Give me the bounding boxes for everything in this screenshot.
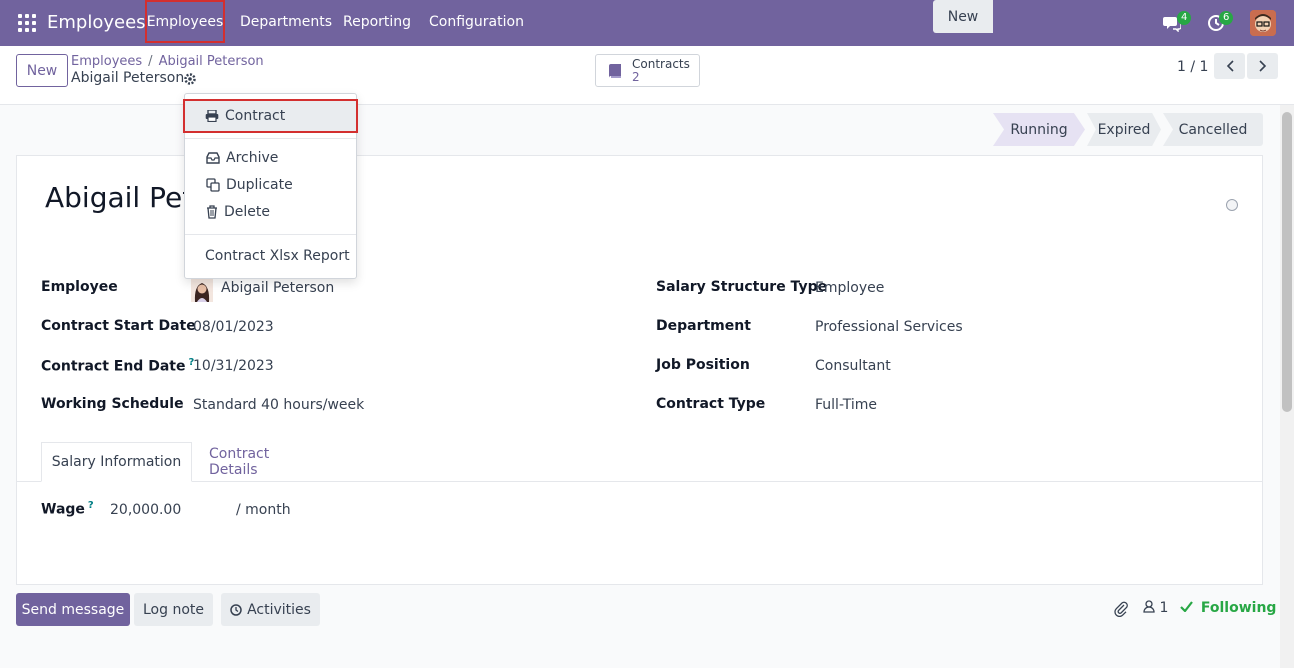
start-date-value[interactable]: 08/01/2023 (193, 319, 274, 335)
employee-avatar (191, 278, 213, 302)
employee-label: Employee (41, 279, 118, 295)
user-icon (1143, 600, 1155, 613)
app-brand[interactable]: Employees (47, 12, 146, 33)
menu-item-xlsx-report[interactable]: Contract Xlsx Report (185, 243, 356, 269)
wage-label: Wage? (41, 500, 94, 518)
archive-icon (206, 152, 220, 164)
following-label: Following (1200, 600, 1277, 616)
book-icon (609, 63, 621, 78)
breadcrumb-abigail[interactable]: Abigail Peterson (159, 54, 264, 69)
menu-divider (185, 234, 356, 235)
breadcrumb: Employees / Abigail Peterson (71, 54, 264, 69)
nav-configuration[interactable]: Configuration (429, 14, 524, 30)
new-button[interactable]: New (16, 54, 68, 87)
archive-label: Archive (226, 150, 279, 166)
job-position-value[interactable]: Consultant (815, 358, 891, 374)
department-value[interactable]: Professional Services (815, 319, 963, 335)
paperclip-icon[interactable] (1114, 601, 1128, 617)
tab-contract-details[interactable]: Contract Details (209, 442, 311, 482)
pager-previous-button[interactable] (1214, 53, 1245, 79)
status-running[interactable]: Running (993, 113, 1085, 146)
chevron-left-icon (1226, 60, 1234, 72)
menu-item-delete[interactable]: Delete (185, 199, 356, 225)
messages-badge: 4 (1177, 11, 1192, 25)
end-date-value[interactable]: 10/31/2023 (193, 358, 274, 374)
notebook-tabs: Salary Information Contract Details (17, 442, 1262, 482)
contract-type-label: Contract Type (656, 396, 766, 412)
user-avatar[interactable] (1250, 10, 1276, 36)
trash-icon (207, 205, 217, 219)
activities-badge: 6 (1219, 11, 1234, 25)
menu-item-duplicate[interactable]: Duplicate (185, 172, 356, 198)
tab-salary-information[interactable]: Salary Information (41, 442, 192, 482)
job-position-label: Job Position (656, 357, 750, 373)
scrollbar-thumb[interactable] (1282, 112, 1292, 412)
nav-departments[interactable]: Departments (240, 14, 332, 30)
top-navbar: Employees Employees Departments Reportin… (0, 0, 1294, 46)
copy-icon (206, 178, 220, 192)
duplicate-label: Duplicate (226, 177, 293, 193)
start-date-label: Contract Start Date (41, 318, 196, 334)
check-icon (1180, 601, 1193, 613)
nav-reporting[interactable]: Reporting (343, 14, 411, 30)
log-note-button[interactable]: Log note (134, 593, 213, 626)
pager-next-button[interactable] (1247, 53, 1278, 79)
send-message-button[interactable]: Send message (16, 593, 130, 626)
followers-count: 1 (1159, 600, 1169, 616)
print-icon (205, 110, 219, 122)
clock-icon (230, 603, 242, 616)
working-schedule-label: Working Schedule (41, 396, 184, 412)
action-dropdown-menu: Contract Archive Duplicate Delete Contra… (183, 93, 358, 279)
end-date-label: Contract End Date? (41, 357, 194, 375)
followers-button[interactable]: 1 (1143, 600, 1168, 616)
contracts-smart-button[interactable]: Contracts 2 (595, 54, 700, 87)
activities-label: Activities (247, 601, 311, 618)
employee-value[interactable]: Abigail Peterson (221, 280, 334, 296)
wage-value[interactable]: 20,000.00 (110, 502, 181, 518)
status-new[interactable]: New (933, 0, 993, 33)
wage-help-icon[interactable]: ? (88, 500, 94, 511)
following-button[interactable]: Following (1180, 600, 1276, 616)
wage-unit: / month (236, 502, 291, 518)
pager-value[interactable]: 1 / 1 (1177, 59, 1208, 75)
end-date-label-text: Contract End Date (41, 358, 186, 375)
activities-button[interactable]: Activities (221, 593, 320, 626)
contracts-count: 2 (632, 69, 640, 84)
app-menu-icon[interactable] (18, 14, 36, 32)
gear-icon[interactable] (183, 72, 197, 86)
menu-item-archive[interactable]: Archive (185, 145, 356, 171)
delete-label: Delete (224, 204, 270, 220)
print-contract-label: Contract (225, 108, 286, 124)
working-schedule-value[interactable]: Standard 40 hours/week (193, 397, 364, 413)
contracts-label: Contracts (632, 56, 690, 71)
department-label: Department (656, 318, 751, 334)
chevron-right-icon (1258, 60, 1266, 72)
status-cancelled[interactable]: Cancelled (1163, 113, 1263, 146)
salary-structure-label: Salary Structure Type (656, 279, 828, 295)
kanban-state-dot[interactable] (1226, 199, 1238, 211)
wage-label-text: Wage (41, 501, 85, 518)
contract-type-value[interactable]: Full-Time (815, 397, 877, 413)
menu-item-print-contract[interactable]: Contract (183, 99, 358, 133)
nav-employees[interactable]: Employees (145, 0, 225, 43)
breadcrumb-employees[interactable]: Employees (71, 54, 142, 69)
salary-structure-value[interactable]: Employee (815, 280, 884, 296)
status-expired[interactable]: Expired (1087, 113, 1161, 146)
menu-divider (185, 138, 356, 139)
record-title: Abigail Peterson (71, 70, 185, 86)
